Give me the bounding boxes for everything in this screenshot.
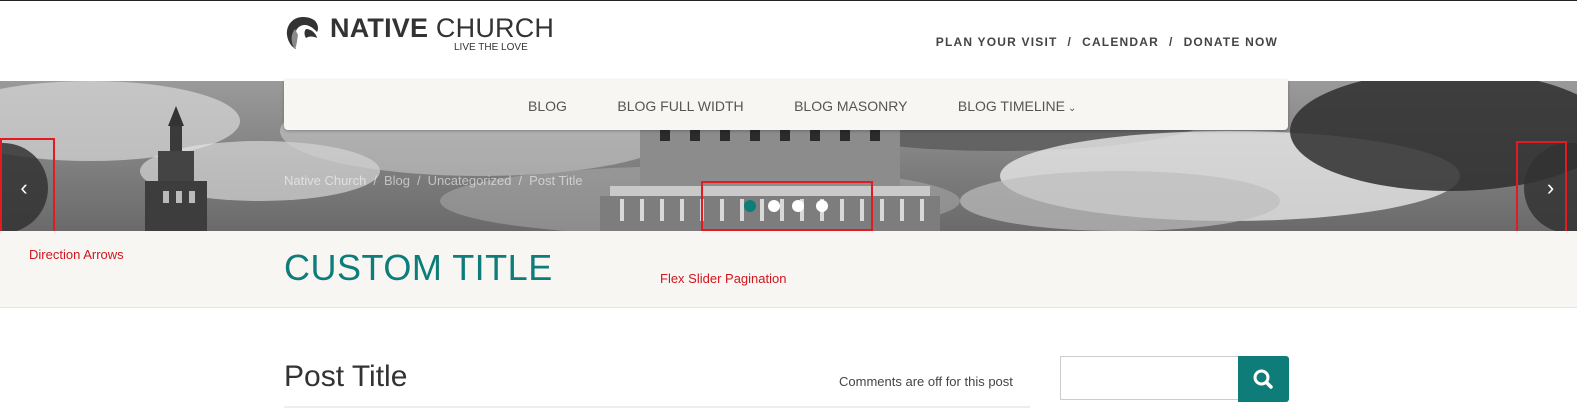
main-nav: BLOG BLOG FULL WIDTH BLOG MASONRY BLOG T…	[284, 80, 1288, 130]
annotation-direction-arrows: Direction Arrows	[29, 247, 124, 262]
search-icon	[1253, 369, 1273, 389]
title-bar	[0, 231, 1577, 308]
breadcrumb-category[interactable]: Uncategorized	[428, 173, 512, 188]
nav-item-blog-masonry[interactable]: BLOG MASONRY	[794, 98, 907, 114]
nav-item-blog-timeline[interactable]: BLOG TIMELINE ⌄	[958, 98, 1077, 114]
nav-item-label: BLOG MASONRY	[794, 98, 908, 114]
search-input[interactable]	[1060, 356, 1238, 400]
post-title[interactable]: Post Title	[284, 360, 407, 394]
church-logo-icon	[286, 17, 318, 49]
breadcrumb-current: Post Title	[529, 173, 583, 188]
top-nav-separator: /	[1169, 35, 1174, 49]
breadcrumb-home[interactable]: Native Church	[284, 173, 366, 188]
chevron-down-icon: ⌄	[1067, 103, 1077, 114]
breadcrumb-separator: /	[373, 173, 377, 188]
nav-item-blog-full-width[interactable]: BLOG FULL WIDTH	[617, 98, 743, 114]
site-header: NATIVE CHURCH LIVE THE LOVE PLAN YOUR VI…	[0, 1, 1577, 81]
plan-your-visit-link[interactable]: PLAN YOUR VISIT	[936, 35, 1058, 49]
breadcrumb-blog[interactable]: Blog	[384, 173, 410, 188]
comments-status: Comments are off for this post	[839, 374, 1013, 389]
nav-item-blog[interactable]: BLOG	[528, 98, 567, 114]
calendar-link[interactable]: CALENDAR	[1082, 35, 1159, 49]
annotation-pagination: Flex Slider Pagination	[660, 271, 787, 286]
nav-item-label: BLOG TIMELINE	[957, 98, 1065, 114]
site-logo[interactable]: NATIVE CHURCH LIVE THE LOVE	[284, 13, 554, 55]
nav-item-label: BLOG FULL WIDTH	[617, 98, 744, 114]
annotation-box-prev-arrow	[0, 138, 55, 234]
top-nav-separator: /	[1067, 35, 1073, 49]
post-divider	[284, 406, 1030, 408]
top-nav: PLAN YOUR VISIT / CALENDAR / DONATE NOW	[936, 35, 1278, 49]
logo-name: NATIVE CHURCH	[330, 13, 555, 43]
page-title: CUSTOM TITLE	[284, 247, 553, 288]
breadcrumb: Native Church / Blog / Uncategorized / Post Ti…	[284, 173, 583, 188]
annotation-box-pagination	[701, 181, 873, 231]
breadcrumb-separator: /	[518, 173, 523, 188]
donate-now-link[interactable]: DONATE NOW	[1184, 35, 1278, 49]
search-button[interactable]	[1238, 356, 1289, 402]
nav-item-label: BLOG	[528, 98, 567, 114]
breadcrumb-separator: /	[417, 173, 421, 188]
logo-tagline: LIVE THE LOVE	[454, 42, 528, 53]
annotation-box-next-arrow	[1516, 141, 1567, 234]
